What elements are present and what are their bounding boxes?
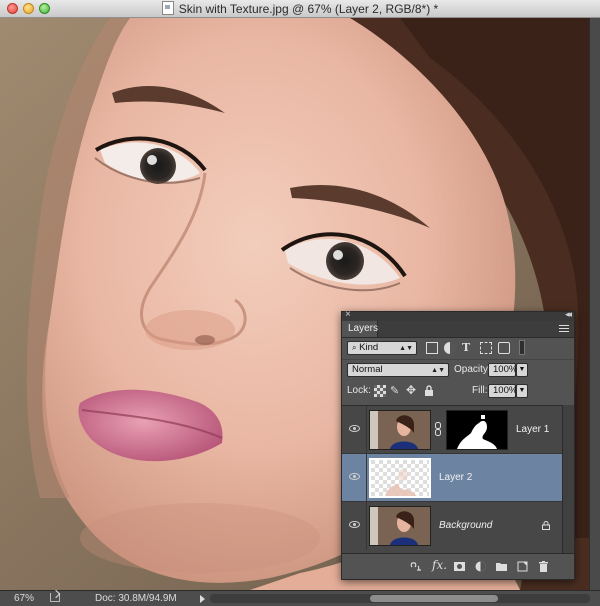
layer-thumbnail[interactable] <box>369 410 431 450</box>
layer-row[interactable]: Layer 1 <box>342 406 562 454</box>
opacity-label: Opacity: <box>454 364 491 375</box>
layers-panel: × ◂◂ Layers ⌕ Kind ▲▼ T Normal ▲▼ Opacit… <box>341 309 575 580</box>
opacity-dropdown-button[interactable]: ▼ <box>516 363 528 377</box>
layer-name[interactable]: Layer 1 <box>516 424 549 435</box>
fill-dropdown-button[interactable]: ▼ <box>516 384 528 398</box>
status-menu-arrow-icon[interactable] <box>200 595 205 603</box>
filter-type-icon[interactable]: T <box>462 341 474 354</box>
canvas-vertical-scrollbar[interactable] <box>589 18 600 590</box>
add-mask-icon[interactable] <box>453 560 466 573</box>
layers-list-scrollbar[interactable] <box>562 405 574 553</box>
lock-all-icon[interactable] <box>424 385 436 397</box>
layer-thumbnail[interactable] <box>369 506 431 546</box>
delete-layer-trash-icon[interactable] <box>537 560 550 573</box>
layer-thumbnail[interactable] <box>369 458 431 498</box>
layer-divider <box>366 406 367 454</box>
lock-transparent-icon[interactable] <box>374 385 386 397</box>
layer-style-fx-icon[interactable]: fx. <box>432 558 447 572</box>
close-panel-icon[interactable]: × <box>345 309 351 320</box>
filter-kind-label: Kind <box>359 342 379 353</box>
blend-mode-value: Normal <box>352 364 383 375</box>
chevron-updown-icon: ▲▼ <box>431 367 445 374</box>
opacity-field[interactable]: 100% <box>488 363 517 377</box>
blend-mode-select[interactable]: Normal ▲▼ <box>347 363 449 377</box>
layers-list: Layer 1 Layer 2 Background <box>342 405 562 554</box>
layer-mask-thumbnail[interactable] <box>446 410 508 450</box>
filter-kind-select[interactable]: ⌕ Kind ▲▼ <box>347 341 417 355</box>
visibility-eye-icon[interactable] <box>349 473 360 480</box>
export-share-icon[interactable] <box>50 593 60 602</box>
visibility-eye-icon[interactable] <box>349 521 360 528</box>
layer-row[interactable]: Background <box>342 502 562 550</box>
chevron-updown-icon: ▲▼ <box>399 345 413 352</box>
new-layer-icon[interactable] <box>516 560 529 573</box>
blend-row: Normal ▲▼ Opacity: 100% ▼ <box>342 359 574 380</box>
filter-pixel-icon[interactable] <box>426 342 438 354</box>
lock-position-move-icon[interactable]: ✥ <box>406 383 418 397</box>
document-icon <box>161 1 174 15</box>
layer-name[interactable]: Background <box>439 520 492 531</box>
panel-menu-icon[interactable] <box>559 325 569 333</box>
visibility-eye-icon[interactable] <box>349 425 360 432</box>
filter-smartobject-icon[interactable] <box>498 342 510 354</box>
new-adjustment-layer-icon[interactable] <box>474 560 487 573</box>
mask-link-chain-icon[interactable] <box>435 422 441 436</box>
lock-row: Lock: ✎ ✥ Fill: 100% ▼ <box>342 380 574 402</box>
window-title: Skin with Texture.jpg @ 67% (Layer 2, RG… <box>0 1 600 16</box>
canvas-horizontal-scrollbar[interactable] <box>210 594 590 603</box>
filter-toggle-switch[interactable] <box>519 340 525 355</box>
link-layers-icon[interactable] <box>410 560 423 573</box>
panel-tabbar: Layers <box>342 321 574 338</box>
filter-shape-icon[interactable] <box>480 342 492 354</box>
panel-header-strip: × ◂◂ <box>342 309 574 321</box>
layer-divider <box>366 454 367 502</box>
filter-row: ⌕ Kind ▲▼ T <box>342 337 574 359</box>
lock-image-brush-icon[interactable]: ✎ <box>390 384 402 397</box>
filter-search-icon: ⌕ <box>352 343 357 352</box>
document-size-info[interactable]: Doc: 30.8M/94.9M <box>95 593 177 604</box>
layer-row-selected[interactable]: Layer 2 <box>342 454 562 502</box>
layers-panel-footer: fx. <box>342 553 574 579</box>
layer-name[interactable]: Layer 2 <box>439 472 472 483</box>
tab-layers[interactable]: Layers <box>342 321 378 337</box>
filter-adjustment-icon[interactable] <box>444 342 456 354</box>
fill-field[interactable]: 100% <box>488 384 517 398</box>
scrollbar-thumb[interactable] <box>370 595 498 602</box>
window-titlebar: Skin with Texture.jpg @ 67% (Layer 2, RG… <box>0 0 600 18</box>
collapse-panel-icon[interactable]: ◂◂ <box>565 309 572 320</box>
layer-divider <box>366 502 367 550</box>
zoom-level[interactable]: 67% <box>14 593 34 604</box>
fill-label: Fill: <box>472 385 488 396</box>
new-group-folder-icon[interactable] <box>495 560 508 573</box>
status-bar: 67% Doc: 30.8M/94.9M <box>0 590 600 606</box>
layer-lock-icon <box>542 521 550 530</box>
lock-label: Lock: <box>347 385 371 396</box>
window-title-text: Skin with Texture.jpg @ 67% (Layer 2, RG… <box>178 2 439 16</box>
